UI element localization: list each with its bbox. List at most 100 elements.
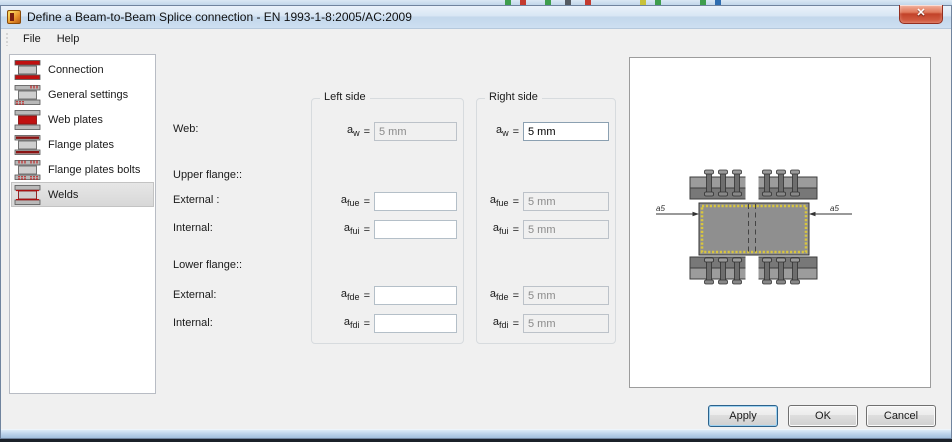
left-a-fui-row: afui = [318,220,457,239]
weld-callout-left: a5 [656,204,699,217]
left-side-group: Left side aw=afue=afui=afde=afdi= [311,91,464,344]
right-a-w-row: aw = [483,122,609,141]
left-a-w-input [374,122,457,141]
flange-plates-bolts-icon [14,158,41,181]
sidebar-list: Connection General settings Web plates F… [9,54,156,394]
left-side-group-title: Left side [320,91,370,103]
symbol-subscript: w [502,128,509,139]
symbol-subscript: fue [347,198,360,209]
weld-callout-right: a5 [809,204,852,217]
splice-drawing: a5 a5 [656,169,852,285]
cancel-button[interactable]: Cancel [866,405,936,427]
sidebar-item-label: Web plates [48,113,103,126]
apply-button[interactable]: Apply [708,405,778,427]
sidebar-item-general-settings[interactable]: General settings [11,82,154,107]
field-symbol: afdi [483,316,509,330]
dialog-window: Define a Beam-to-Beam Splice connection … [0,5,952,439]
equals-sign: = [363,223,370,236]
window-title: Define a Beam-to-Beam Splice connection … [27,10,412,24]
left-a-fui-input[interactable] [374,220,457,239]
menu-file[interactable]: File [15,31,49,47]
left-a-fde-row: afde = [318,286,457,305]
field-symbol: afui [483,222,509,236]
screen: Define a Beam-to-Beam Splice connection … [0,0,952,442]
right-side-group: Right side aw=afue=afui=afde=afdi= [476,91,616,344]
right-a-fui-row: afui = [483,220,609,239]
field-symbol: afue [483,194,509,208]
right-a-fue-row: afue = [483,192,609,211]
general-settings-icon [14,83,41,106]
field-symbol: afdi [318,316,360,330]
right-side-group-title: Right side [485,91,542,103]
sidebar-item-label: General settings [48,88,129,101]
right-a-fui-input [523,220,609,239]
symbol-subscript: fde [496,292,509,303]
field-symbol: afue [318,194,360,208]
right-a-fdi-input [523,314,609,333]
left-a-fde-input[interactable] [374,286,457,305]
sidebar-item-label: Flange plates bolts [48,163,141,176]
sidebar-item-flange-plates[interactable]: Flange plates [11,132,154,157]
field-symbol: aw [483,124,509,138]
sidebar-item-label: Welds [48,188,79,201]
right-a-w-input[interactable] [523,122,609,141]
equals-sign: = [363,289,370,302]
equals-sign: = [512,223,519,236]
field-symbol: afui [318,222,360,236]
close-button[interactable]: ✕ [899,5,943,24]
right-a-fue-input [523,192,609,211]
symbol-subscript: fdi [499,320,509,331]
sidebar-item-flange-plates-bolts[interactable]: Flange plates bolts [11,157,154,182]
menu-help[interactable]: Help [49,31,88,47]
right-a-fde-input [523,286,609,305]
field-symbol: afde [318,288,360,302]
connection-icon [14,59,41,80]
form-label: External: [173,289,217,301]
form-label: Web: [173,123,199,135]
sidebar-item-label: Flange plates [48,138,115,151]
sidebar-item-connection[interactable]: Connection [11,57,154,82]
menu-bar: File Help [1,29,951,49]
form-label: Lower flange:: [173,259,243,271]
symbol-subscript: fdi [350,320,360,331]
connection-preview: a5 a5 [629,57,931,388]
right-a-fde-row: afde = [483,286,609,305]
equals-sign: = [512,125,519,138]
equals-sign: = [512,289,519,302]
window-bottom-border [1,429,951,438]
equals-sign: = [512,317,519,330]
form-label: External : [173,194,220,206]
left-a-w-row: aw = [318,122,457,141]
left-a-fue-input[interactable] [374,192,457,211]
left-a-fdi-row: afdi = [318,314,457,333]
web-plates-icon [14,109,41,130]
sidebar-item-welds[interactable]: Welds [11,182,154,207]
form-label: Internal: [173,222,213,234]
symbol-subscript: w [353,128,360,139]
field-symbol: aw [318,124,360,138]
left-a-fdi-input[interactable] [374,314,457,333]
equals-sign: = [363,317,370,330]
equals-sign: = [363,125,370,138]
app-icon [7,10,21,24]
dialog-content: Connection General settings Web plates F… [1,49,951,429]
sidebar-item-web-plates[interactable]: Web plates [11,107,154,132]
symbol-subscript: fde [347,292,360,303]
symbol-subscript: fui [499,226,509,237]
welds-icon [14,184,41,205]
title-bar: Define a Beam-to-Beam Splice connection … [1,5,951,29]
equals-sign: = [363,195,370,208]
symbol-subscript: fui [350,226,360,237]
right-a-fdi-row: afdi = [483,314,609,333]
ok-button[interactable]: OK [788,405,858,427]
form-label: Internal: [173,317,213,329]
close-icon: ✕ [916,7,926,19]
sidebar-item-label: Connection [48,63,104,76]
field-symbol: afde [483,288,509,302]
flange-plates-icon [14,134,41,155]
symbol-subscript: fue [496,198,509,209]
weld-callout-left-text: a5 [656,204,665,213]
weld-callout-right-text: a5 [830,204,839,213]
left-a-fue-row: afue = [318,192,457,211]
form-label: Upper flange:: [173,169,243,181]
